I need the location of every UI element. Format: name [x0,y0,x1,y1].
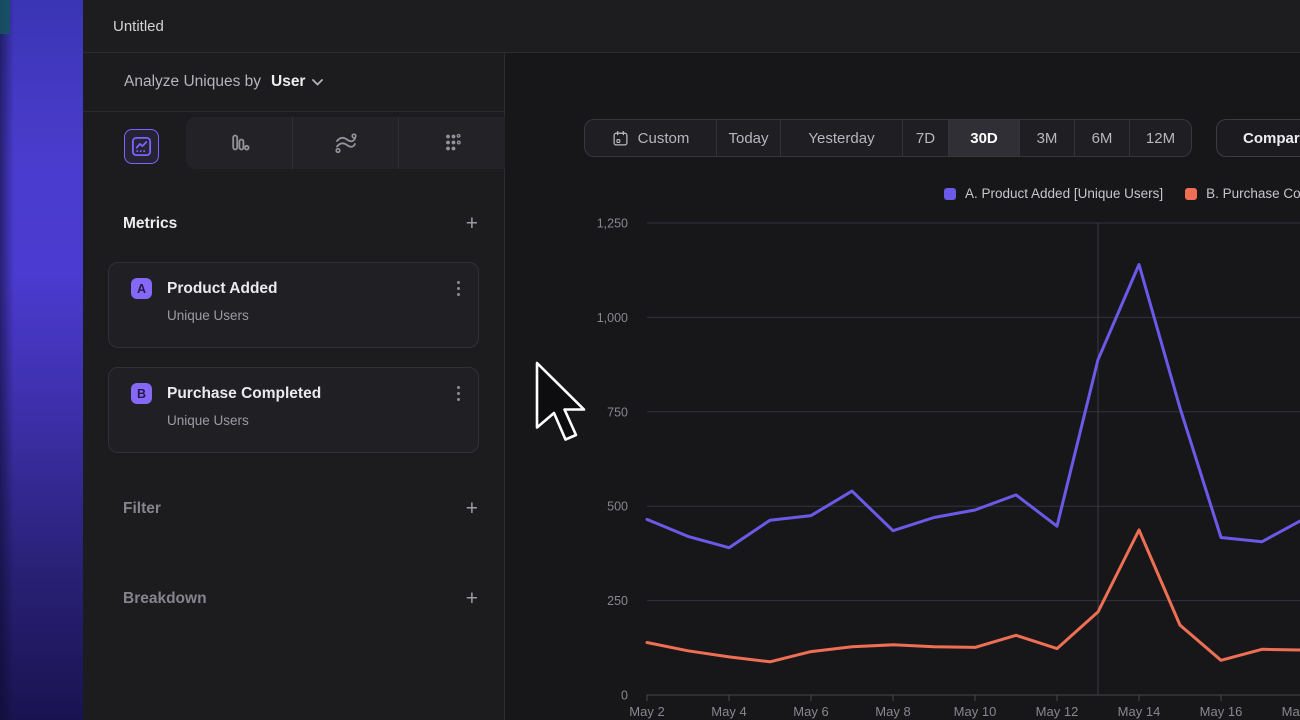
range-6m-button[interactable]: 6M [1074,120,1129,156]
breakdown-title: Breakdown [123,590,207,608]
metric-options-icon[interactable] [453,277,464,300]
add-metric-button[interactable]: + [466,213,478,234]
sidebar: Analyze Uniques by User [83,53,505,720]
metric-card-purchase-completed[interactable]: B Purchase Completed Unique Users [108,367,479,453]
svg-text:1,250: 1,250 [597,217,628,231]
line-chart[interactable]: 0 250 500 750 1,000 1,250 May 2 May 4 May 6 May 8… [506,200,1300,720]
legend-label-a: A. Product Added [Unique Users] [965,186,1163,201]
svg-text:May 6: May 6 [793,704,828,719]
flow-chart-icon [333,130,359,156]
range-yesterday-button[interactable]: Yesterday [780,120,902,156]
document-title: Untitled [113,18,164,35]
svg-text:May 10: May 10 [954,704,997,719]
range-12m-button[interactable]: 12M [1129,120,1191,156]
range-7d-button[interactable]: 7D [902,120,948,156]
chevron-down-icon [312,79,323,86]
range-3m-button[interactable]: 3M [1019,120,1074,156]
svg-text:May 8: May 8 [875,704,910,719]
metric-badge-b: B [131,383,152,404]
metric-subtitle: Unique Users [167,308,478,323]
topbar: Untitled [83,0,1300,53]
svg-text:1,000: 1,000 [597,311,628,325]
add-breakdown-button[interactable]: + [466,588,478,609]
chart-type-tabs [83,112,504,170]
metrics-title: Metrics [123,215,177,233]
bar-chart-icon [227,131,251,155]
metric-title: Purchase Completed [167,385,453,403]
analyze-label: Analyze Uniques by [124,73,261,91]
svg-text:May 16: May 16 [1200,704,1243,719]
tab-retention-grid[interactable] [399,117,505,169]
legend-item-a[interactable]: A. Product Added [Unique Users] [944,186,1163,201]
svg-text:May 4: May 4 [711,704,746,719]
metrics-header: Metrics + [123,213,478,234]
filter-title: Filter [123,500,161,518]
tab-line-chart[interactable] [124,129,159,164]
calendar-icon [612,130,629,147]
line-chart-icon [130,135,153,158]
svg-text:May 2: May 2 [629,704,664,719]
svg-text:500: 500 [607,500,628,514]
metric-title: Product Added [167,280,453,298]
filter-header: Filter + [123,498,478,519]
range-today-button[interactable]: Today [716,120,780,156]
analyze-entity-dropdown[interactable]: User [271,73,323,91]
legend-swatch-b [1185,188,1197,200]
metric-subtitle: Unique Users [167,413,478,428]
dot-grid-icon [440,131,464,155]
svg-text:0: 0 [621,689,628,703]
metric-card-product-added[interactable]: A Product Added Unique Users [108,262,479,348]
svg-text:May 18: May 18 [1282,704,1300,719]
legend-label-b: B. Purchase Completed [Unique Users] [1206,186,1300,201]
chart-panel: Custom Today Yesterday 7D 30D 3M 6M 12M … [506,53,1300,720]
range-30d-button[interactable]: 30D [948,120,1019,156]
legend-item-b[interactable]: B. Purchase Completed [Unique Users] [1185,186,1300,201]
svg-text:250: 250 [607,594,628,608]
strip-teal-accent [0,0,10,34]
compare-button[interactable]: Compare [1216,119,1300,157]
legend-swatch-a [944,188,956,200]
background-gradient-strip [0,0,83,720]
date-range-bar: Custom Today Yesterday 7D 30D 3M 6M 12M [584,119,1192,157]
svg-text:May 14: May 14 [1118,704,1161,719]
strip-shadow [0,0,14,720]
metric-options-icon[interactable] [453,382,464,405]
tab-flow-chart[interactable] [293,117,399,169]
tab-bar-chart[interactable] [186,117,292,169]
svg-text:May 12: May 12 [1036,704,1079,719]
analyze-row: Analyze Uniques by User [83,53,504,112]
analyze-entity-value: User [271,73,305,91]
breakdown-header: Breakdown + [123,588,478,609]
chart-legend: A. Product Added [Unique Users] B. Purch… [944,186,1300,201]
svg-text:750: 750 [607,405,628,419]
app-window: Untitled Analyze Uniques by User [0,0,1300,720]
metric-badge-a: A [131,278,152,299]
add-filter-button[interactable]: + [466,498,478,519]
range-custom-button[interactable]: Custom [585,120,716,156]
chart-type-tab-group [186,117,505,169]
